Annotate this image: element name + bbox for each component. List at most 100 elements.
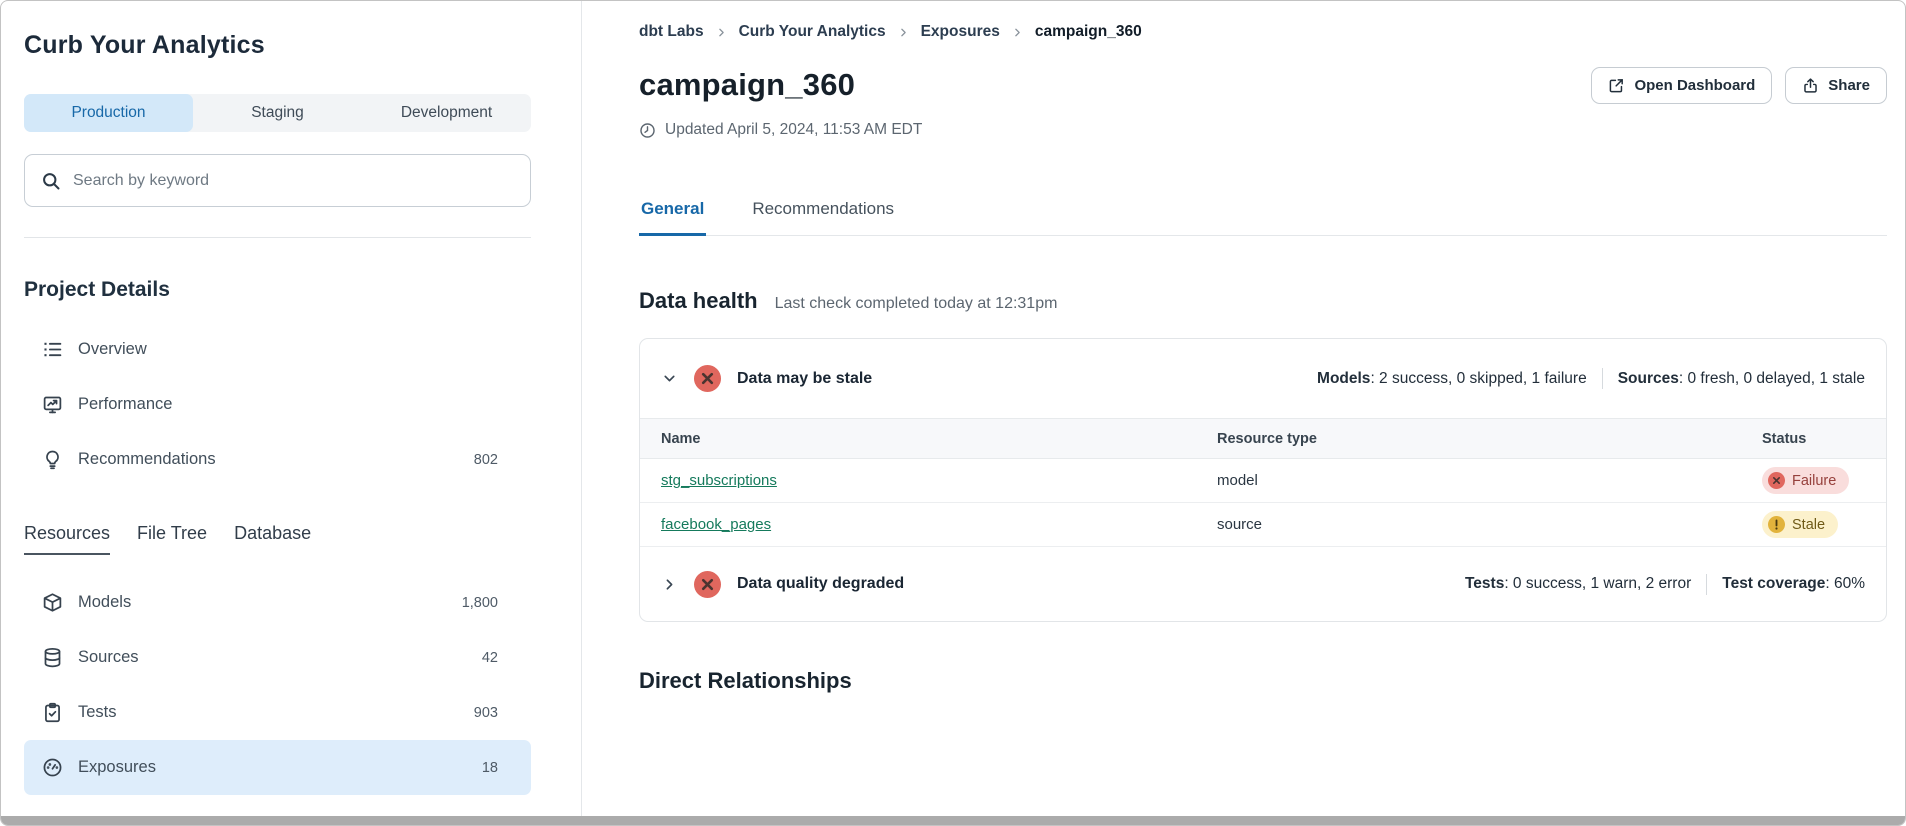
column-header-name: Name <box>661 431 1217 447</box>
summary-divider <box>1706 574 1707 595</box>
breadcrumb: dbt Labs Curb Your Analytics Exposures c… <box>639 23 1887 41</box>
search-placeholder: Search by keyword <box>73 172 209 190</box>
clock-icon <box>639 122 656 139</box>
sidebar-item-label: Tests <box>78 703 117 722</box>
sidebar-item-label: Exposures <box>78 758 156 777</box>
stale-panel-summary: Models: 2 success, 0 skipped, 1 failure … <box>1317 368 1865 389</box>
share-button[interactable]: Share <box>1785 67 1887 104</box>
error-circle-icon <box>694 365 721 392</box>
open-dashboard-label: Open Dashboard <box>1634 77 1755 94</box>
column-header-resource-type: Resource type <box>1217 431 1762 447</box>
sources-summary-value: : 0 fresh, 0 delayed, 1 stale <box>1679 370 1865 387</box>
sidebar-divider <box>24 237 531 238</box>
breadcrumb-link-exposures[interactable]: Exposures <box>921 23 1000 41</box>
resources-nav: Models 1,800 Sources 42 Tests 903 Exposu… <box>24 575 531 795</box>
breadcrumb-link-dbt-labs[interactable]: dbt Labs <box>639 23 704 41</box>
quality-panel-header[interactable]: Data quality degraded Tests: 0 success, … <box>640 547 1886 621</box>
table-row: facebook_pages source Stale <box>640 503 1886 547</box>
tab-database[interactable]: Database <box>234 523 311 555</box>
resource-view-tabs: Resources File Tree Database <box>24 523 531 555</box>
sidebar-item-label: Models <box>78 593 131 612</box>
page-title: campaign_360 <box>639 67 855 103</box>
sidebar-item-recommendations[interactable]: Recommendations 802 <box>24 432 531 487</box>
project-title: Curb Your Analytics <box>24 31 531 60</box>
stale-panel-title: Data may be stale <box>737 370 872 388</box>
detail-tabs: General Recommendations <box>639 199 1887 236</box>
coverage-summary-label: Test coverage <box>1722 575 1825 592</box>
coverage-summary-value: : 60% <box>1825 575 1865 592</box>
tests-summary-value: : 0 success, 1 warn, 2 error <box>1504 575 1691 592</box>
tab-recommendations[interactable]: Recommendations <box>750 199 896 236</box>
quality-panel-summary: Tests: 0 success, 1 warn, 2 error Test c… <box>1465 574 1865 595</box>
performance-icon <box>42 394 63 415</box>
sidebar-item-label: Sources <box>78 648 139 667</box>
share-label: Share <box>1828 77 1870 94</box>
resource-link-stg-subscriptions[interactable]: stg_subscriptions <box>661 472 777 489</box>
app-window: Curb Your Analytics Production Staging D… <box>0 0 1906 826</box>
env-tab-production[interactable]: Production <box>24 94 193 132</box>
sidebar-item-exposures[interactable]: Exposures 18 <box>24 740 531 795</box>
lightbulb-icon <box>42 449 63 470</box>
cube-icon <box>42 592 63 613</box>
sources-summary-label: Sources <box>1618 370 1679 387</box>
env-tab-development[interactable]: Development <box>362 94 531 132</box>
item-count: 42 <box>482 650 498 666</box>
chevron-right-icon <box>897 26 910 39</box>
item-count: 1,800 <box>462 595 498 611</box>
column-header-status: Status <box>1762 431 1865 447</box>
quality-panel-title: Data quality degraded <box>737 575 904 593</box>
open-dashboard-button[interactable]: Open Dashboard <box>1591 67 1772 104</box>
status-badge-failure: Failure <box>1762 467 1849 494</box>
item-count: 903 <box>474 705 498 721</box>
last-check-text: Last check completed today at 12:31pm <box>775 295 1058 313</box>
database-icon <box>42 647 63 668</box>
breadcrumb-link-project[interactable]: Curb Your Analytics <box>739 23 886 41</box>
table-row: stg_subscriptions model Failure <box>640 459 1886 503</box>
sidebar-item-label: Recommendations <box>78 450 216 469</box>
sidebar-item-performance[interactable]: Performance <box>24 377 531 432</box>
environment-switcher: Production Staging Development <box>24 94 531 132</box>
status-badge-label: Stale <box>1792 517 1825 533</box>
resource-type-cell: source <box>1217 516 1762 533</box>
tab-file-tree[interactable]: File Tree <box>137 523 207 555</box>
list-icon <box>42 339 63 360</box>
tab-general[interactable]: General <box>639 199 706 236</box>
error-circle-icon <box>694 571 721 598</box>
chevron-right-icon <box>1011 26 1024 39</box>
resource-type-cell: model <box>1217 472 1762 489</box>
breadcrumb-current: campaign_360 <box>1035 23 1142 41</box>
models-summary-value: : 2 success, 0 skipped, 1 failure <box>1370 370 1586 387</box>
window-bottom-edge <box>1 816 1905 825</box>
status-badge-stale: Stale <box>1762 511 1838 538</box>
sidebar-item-label: Performance <box>78 395 172 414</box>
chevron-right-icon[interactable] <box>661 576 678 593</box>
resource-link-facebook-pages[interactable]: facebook_pages <box>661 516 771 533</box>
sidebar-item-sources[interactable]: Sources 42 <box>24 630 531 685</box>
env-tab-staging[interactable]: Staging <box>193 94 362 132</box>
gauge-icon <box>42 757 63 778</box>
updated-timestamp: Updated April 5, 2024, 11:53 AM EDT <box>639 121 1887 139</box>
search-input[interactable]: Search by keyword <box>24 154 531 207</box>
chevron-down-icon[interactable] <box>661 370 678 387</box>
tab-resources[interactable]: Resources <box>24 523 110 555</box>
summary-divider <box>1602 368 1603 389</box>
project-details-heading: Project Details <box>24 278 531 302</box>
models-summary-label: Models <box>1317 370 1370 387</box>
tests-summary-label: Tests <box>1465 575 1504 592</box>
direct-relationships-heading: Direct Relationships <box>639 668 1887 694</box>
sidebar-item-label: Overview <box>78 340 147 359</box>
data-health-panel: Data may be stale Models: 2 success, 0 s… <box>639 338 1887 622</box>
sidebar-item-tests[interactable]: Tests 903 <box>24 685 531 740</box>
sidebar-item-models[interactable]: Models 1,800 <box>24 575 531 630</box>
item-count: 18 <box>482 760 498 776</box>
main-content: dbt Labs Curb Your Analytics Exposures c… <box>582 1 1905 825</box>
share-icon <box>1802 77 1819 94</box>
project-details-nav: Overview Performance Recommendations 802 <box>24 322 531 487</box>
item-count: 802 <box>474 452 498 468</box>
warning-circle-icon <box>1768 516 1785 533</box>
external-link-icon <box>1608 77 1625 94</box>
sidebar-item-overview[interactable]: Overview <box>24 322 531 377</box>
clipboard-check-icon <box>42 702 63 723</box>
search-icon <box>41 171 61 191</box>
stale-panel-header[interactable]: Data may be stale Models: 2 success, 0 s… <box>640 339 1886 418</box>
